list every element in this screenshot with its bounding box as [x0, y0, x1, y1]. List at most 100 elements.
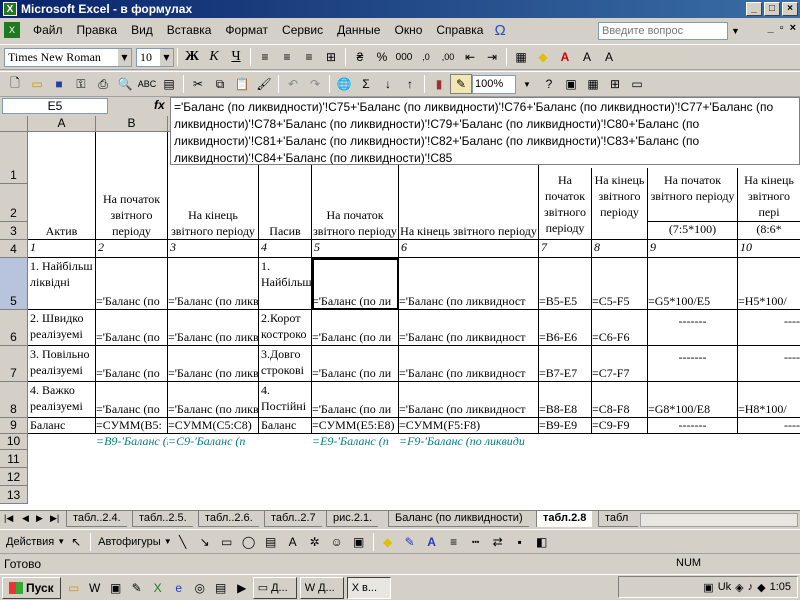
menu-window[interactable]: Окно [387, 23, 429, 37]
cell-e7[interactable]: ='Баланс (по ли [312, 346, 399, 382]
cell-f4[interactable]: 6 [399, 240, 539, 258]
paste-icon[interactable]: 📋 [231, 74, 253, 94]
cell-i5[interactable]: =G5*100/E5 [648, 258, 738, 310]
doc-minimize-button[interactable]: _ [768, 22, 774, 34]
ie-quick-icon[interactable]: e [171, 580, 187, 596]
row-header-13[interactable]: 13 [0, 486, 28, 504]
drawing-icon[interactable]: ✎ [450, 74, 472, 94]
line-style-icon[interactable]: ≡ [443, 532, 465, 552]
arrow-icon[interactable]: ↘ [194, 532, 216, 552]
cell-g6[interactable]: =B6-E6 [539, 310, 592, 346]
close-button[interactable]: × [782, 2, 798, 16]
task-word[interactable]: W Д... [299, 576, 344, 599]
cell-d7[interactable]: 3.Довго строкові [259, 346, 312, 382]
row-header-2[interactable]: 2 [0, 184, 28, 222]
cell-f5[interactable]: ='Баланс (по ликвидност [399, 258, 539, 310]
cell-c8[interactable]: ='Баланс (по ликв [168, 382, 259, 418]
line-color-icon[interactable]: ✎ [399, 532, 421, 552]
menu-data[interactable]: Данные [330, 23, 387, 37]
cell-i6[interactable]: ------- [648, 310, 738, 346]
hyperlink-icon[interactable]: 🌐 [333, 74, 355, 94]
cell-b6[interactable]: ='Баланс (по [96, 310, 168, 346]
align-right-icon[interactable]: ≡ [298, 47, 320, 67]
sort-ascending-icon[interactable]: ↓ [377, 74, 399, 94]
decrease-decimal-icon[interactable]: ,00 [437, 47, 459, 67]
currency-icon[interactable]: ₴ [349, 47, 371, 67]
save-icon[interactable]: ■ [48, 74, 70, 94]
cell-d6[interactable]: 2.Корот костроко [259, 310, 312, 346]
research-icon[interactable]: ▤ [158, 74, 180, 94]
desktop-quick-icon[interactable]: ▤ [213, 580, 229, 596]
menu-help[interactable]: Справка [429, 23, 490, 37]
menu-format[interactable]: Формат [218, 23, 275, 37]
copy-icon[interactable]: ⧉ [209, 74, 231, 94]
cell-e4[interactable]: 5 [312, 240, 399, 258]
font-select[interactable]: Times New Roman ▼ [4, 47, 132, 67]
cell-e10[interactable]: =E9-'Баланс (п [312, 434, 399, 450]
open-folder-icon[interactable]: ▭ [26, 74, 48, 94]
tab-table-2-8[interactable]: табл.2.8 [536, 511, 593, 527]
cell-c10[interactable]: =C9-'Баланс (п [168, 434, 259, 450]
row-header-5[interactable]: 5 [0, 258, 28, 310]
tab-table-2-4[interactable]: табл..2.4. [66, 511, 127, 527]
chevron-down-icon[interactable]: ▼ [164, 537, 172, 546]
volume-icon[interactable]: ♪ [748, 581, 754, 593]
undo-icon[interactable]: ↶ [282, 74, 304, 94]
header-b[interactable]: На початок звітного періоду [96, 132, 168, 240]
text-direction-icon[interactable]: A [576, 47, 598, 67]
oval-icon[interactable]: ◯ [238, 532, 260, 552]
picture-icon[interactable]: ▣ [348, 532, 370, 552]
cell-a5[interactable]: 1. Найбільш ліквідні [28, 258, 96, 310]
cell-c4[interactable]: 3 [168, 240, 259, 258]
cell-f10[interactable]: =F9-'Баланс (по ликвиди [399, 434, 539, 450]
grid-icon[interactable]: ⊞ [604, 74, 626, 94]
actions-menu[interactable]: Действия [6, 536, 54, 548]
task-folder[interactable]: ▭ Д... [252, 576, 297, 599]
language-icon[interactable]: Uk [718, 581, 731, 593]
folder-icon[interactable]: ▭ [66, 580, 82, 596]
help-icon[interactable]: ? [538, 74, 560, 94]
minimize-button[interactable]: _ [746, 2, 762, 16]
cell-b5[interactable]: ='Баланс (по [96, 258, 168, 310]
cell-c6[interactable]: ='Баланс (по ликв [168, 310, 259, 346]
tab-table-2-6[interactable]: табл..2.6. [198, 511, 259, 527]
cell-a7[interactable]: 3. Повільно реалізуемі [28, 346, 96, 382]
cell-d4[interactable]: 4 [259, 240, 312, 258]
edit-quick-icon[interactable]: ✎ [129, 580, 145, 596]
cell-j7[interactable]: ---- [738, 346, 800, 382]
clock[interactable]: 1:05 [770, 581, 791, 593]
redo-icon[interactable]: ↷ [304, 74, 326, 94]
cell-b4[interactable]: 2 [96, 240, 168, 258]
italic-button[interactable]: К [203, 47, 225, 67]
shadow-icon[interactable]: ▪ [509, 532, 531, 552]
percent-icon[interactable]: % [371, 47, 393, 67]
cell-c5[interactable]: ='Баланс (по ликв [168, 258, 259, 310]
cell-i8[interactable]: =G8*100/E8 [648, 382, 738, 418]
row-header-1[interactable]: 1 [0, 132, 28, 184]
doc-restore-button[interactable]: ▫ [780, 22, 784, 34]
cell-d9[interactable]: Баланс [259, 418, 312, 434]
sort-descending-icon[interactable]: ↑ [399, 74, 421, 94]
header-j-row3[interactable]: (8:6* [738, 222, 800, 240]
cell-f7[interactable]: ='Баланс (по ликвидност [399, 346, 539, 382]
maximize-button[interactable]: □ [764, 2, 780, 16]
increase-decimal-icon[interactable]: ,0 [415, 47, 437, 67]
first-sheet-icon[interactable]: |◀ [4, 513, 13, 524]
thousands-icon[interactable]: 000 [393, 47, 415, 67]
dialog-icon[interactable]: ▭ [626, 74, 648, 94]
tab-table-2-7[interactable]: табл..2.7 [264, 511, 322, 527]
textbox-icon[interactable]: ▤ [260, 532, 282, 552]
row-header-7[interactable]: 7 [0, 346, 28, 382]
row-header-11[interactable]: 11 [0, 450, 28, 468]
cell-f9[interactable]: =СУММ(F5:F8) [399, 418, 539, 434]
header-i[interactable]: На початок звітного періоду [648, 168, 738, 222]
menu-edit[interactable]: Правка [70, 23, 125, 37]
spelling-icon[interactable]: ABC [136, 74, 158, 94]
cell-i7[interactable]: ------- [648, 346, 738, 382]
cell-b10[interactable]: =B9-'Баланс (п [96, 434, 168, 450]
header-i-row3[interactable]: (7:5*100) [648, 222, 738, 240]
fill-color-icon[interactable]: ◆ [532, 47, 554, 67]
cell-a4[interactable]: 1 [28, 240, 96, 258]
dash-style-icon[interactable]: ┅ [465, 532, 487, 552]
table-icon[interactable]: ▦ [582, 74, 604, 94]
